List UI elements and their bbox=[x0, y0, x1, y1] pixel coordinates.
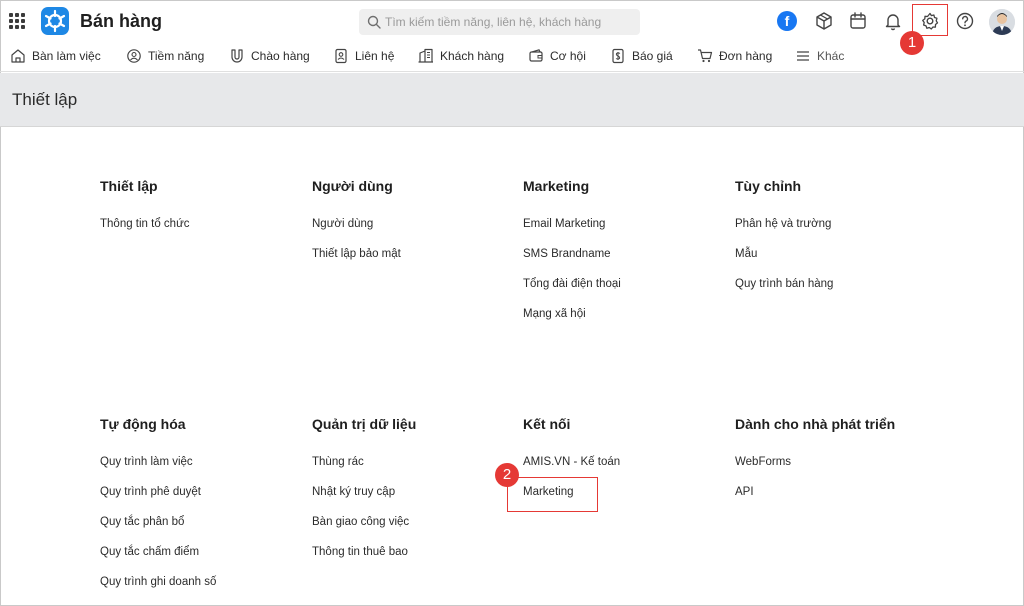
nav-label: Khách hàng bbox=[440, 49, 505, 63]
contact-icon bbox=[335, 48, 347, 64]
home-icon bbox=[11, 49, 25, 63]
cart-icon bbox=[698, 49, 713, 63]
link-organization-info[interactable]: Thông tin tổ chức bbox=[100, 218, 190, 230]
link-subscription-info[interactable]: Thông tin thuê bao bbox=[312, 546, 408, 558]
wallet-icon bbox=[529, 49, 543, 62]
nav-label: Báo giá bbox=[632, 49, 673, 63]
app-launcher-icon[interactable] bbox=[9, 13, 25, 29]
building-icon bbox=[418, 48, 433, 63]
link-workflow[interactable]: Quy trình làm việc bbox=[100, 456, 193, 468]
section-title-automation: Tự động hóa bbox=[100, 416, 186, 432]
link-assignment-rules[interactable]: Quy tắc phân bổ bbox=[100, 516, 184, 528]
section-title-integrations: Kết nối bbox=[523, 416, 571, 432]
nav-label: Liên hệ bbox=[355, 49, 395, 63]
link-revenue-recording[interactable]: Quy trình ghi doanh số bbox=[100, 576, 216, 588]
nav-label: Cơ hội bbox=[550, 49, 586, 63]
marketing-highlight-box bbox=[507, 477, 598, 512]
link-users[interactable]: Người dùng bbox=[312, 218, 373, 230]
section-title-developers: Dành cho nhà phát triển bbox=[735, 416, 896, 432]
nav-item-more[interactable]: Khác bbox=[795, 42, 844, 70]
link-work-handover[interactable]: Bàn giao công việc bbox=[312, 516, 409, 528]
settings-highlight-box bbox=[912, 4, 948, 36]
nav-item-workspace[interactable]: Bàn làm việc bbox=[10, 42, 101, 70]
nav-item-customers[interactable]: Khách hàng bbox=[418, 42, 504, 70]
nav-label: Đơn hàng bbox=[719, 49, 773, 63]
link-templates[interactable]: Mẫu bbox=[735, 248, 757, 260]
facebook-icon[interactable]: f bbox=[777, 11, 797, 31]
link-phone-switchboard[interactable]: Tổng đài điện thoại bbox=[523, 278, 621, 290]
link-api[interactable]: API bbox=[735, 486, 754, 498]
notification-bell-icon[interactable] bbox=[882, 10, 904, 32]
section-title-marketing: Marketing bbox=[523, 178, 590, 194]
section-title-customization: Tùy chỉnh bbox=[735, 178, 802, 194]
link-social-networks[interactable]: Mạng xã hội bbox=[523, 308, 586, 320]
link-scoring-rules[interactable]: Quy tắc chấm điểm bbox=[100, 546, 199, 558]
nav-label: Bàn làm việc bbox=[32, 49, 101, 63]
app-logo-icon[interactable] bbox=[41, 7, 69, 35]
link-sales-process[interactable]: Quy trình bán hàng bbox=[735, 278, 833, 290]
link-sms-brandname[interactable]: SMS Brandname bbox=[523, 248, 611, 260]
link-email-marketing[interactable]: Email Marketing bbox=[523, 218, 605, 230]
link-security-settings[interactable]: Thiết lập bảo mật bbox=[312, 248, 401, 260]
user-avatar[interactable] bbox=[989, 9, 1015, 35]
section-title-users: Người dùng bbox=[312, 178, 393, 194]
step-2-badge: 2 bbox=[495, 463, 519, 487]
nav-label: Tiềm năng bbox=[148, 49, 205, 63]
lead-icon bbox=[127, 49, 141, 63]
main-nav: Bàn làm việc Tiềm năng Chào hàng Liên hệ… bbox=[0, 42, 1024, 72]
calendar-icon[interactable] bbox=[847, 10, 869, 32]
nav-item-contacts[interactable]: Liên hệ bbox=[333, 42, 394, 70]
link-recycle-bin[interactable]: Thùng rác bbox=[312, 456, 364, 468]
link-access-log[interactable]: Nhật ký truy cập bbox=[312, 486, 395, 498]
section-title-setup: Thiết lập bbox=[100, 178, 158, 194]
nav-item-quotes[interactable]: Báo giá bbox=[610, 42, 673, 70]
link-webforms[interactable]: WebForms bbox=[735, 456, 791, 468]
page-title: Thiết lập bbox=[12, 90, 78, 109]
nav-item-orders[interactable]: Đơn hàng bbox=[697, 42, 772, 70]
search-icon bbox=[367, 15, 381, 29]
nav-label: Chào hàng bbox=[251, 49, 310, 63]
nav-item-leads[interactable]: Tiềm năng bbox=[126, 42, 204, 70]
search-box[interactable] bbox=[359, 9, 640, 35]
app-title: Bán hàng bbox=[80, 11, 163, 31]
link-modules-and-fields[interactable]: Phân hệ và trường bbox=[735, 218, 831, 230]
package-icon[interactable] bbox=[813, 10, 835, 32]
menu-icon bbox=[797, 51, 809, 61]
search-input[interactable] bbox=[385, 9, 635, 35]
quote-icon bbox=[612, 48, 624, 64]
link-amis-accounting[interactable]: AMIS.VN - Kế toán bbox=[523, 456, 620, 468]
nav-label: Khác bbox=[817, 49, 845, 63]
top-bar: Bán hàng f 1 bbox=[0, 0, 1024, 55]
page-header: Thiết lập bbox=[0, 73, 1024, 127]
link-approval-process[interactable]: Quy trình phê duyệt bbox=[100, 486, 201, 498]
help-icon[interactable] bbox=[954, 10, 976, 32]
magnet-icon bbox=[231, 49, 243, 63]
nav-item-opportunities[interactable]: Cơ hội bbox=[528, 42, 586, 70]
section-title-data-management: Quản trị dữ liệu bbox=[312, 416, 417, 432]
nav-item-offers[interactable]: Chào hàng bbox=[229, 42, 310, 70]
